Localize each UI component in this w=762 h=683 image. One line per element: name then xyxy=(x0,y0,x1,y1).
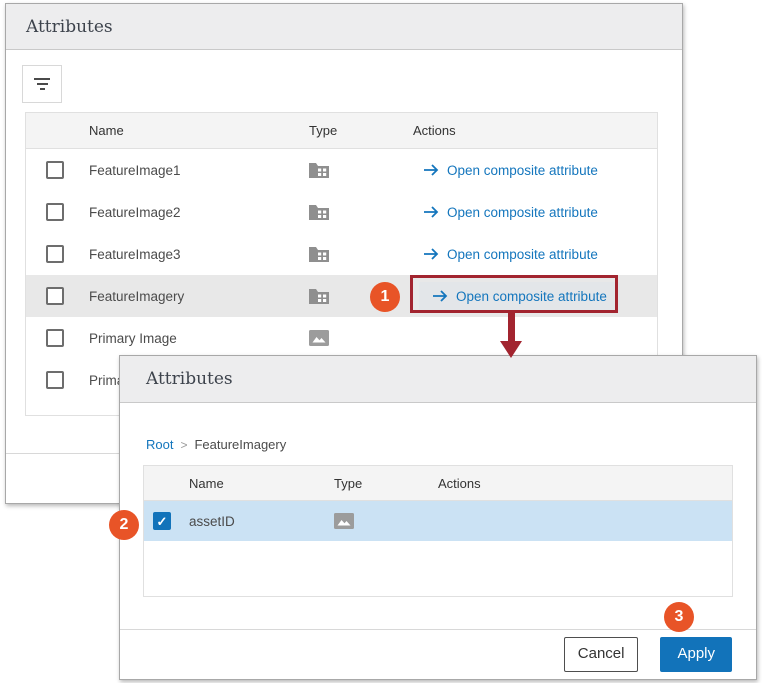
row-checkbox-checked[interactable]: ✓ xyxy=(153,512,171,530)
name-column-header: Name xyxy=(189,476,334,491)
composite-attribute-icon xyxy=(309,288,329,304)
attributes-panel-header: Attributes xyxy=(6,4,682,50)
action-link-label: Open composite attribute xyxy=(447,247,598,262)
name-column-header: Name xyxy=(89,123,309,138)
row-checkbox[interactable] xyxy=(46,287,64,305)
table-row: FeatureImage2 Open composite attribute xyxy=(26,191,657,233)
type-column-header: Type xyxy=(309,123,413,138)
arrow-right-icon xyxy=(423,163,439,177)
row-checkbox[interactable] xyxy=(46,329,64,347)
open-composite-attribute-link[interactable]: Open composite attribute xyxy=(423,163,598,178)
attribute-name: assetID xyxy=(189,514,334,529)
composite-attribute-icon xyxy=(309,162,329,178)
annotation-arrow-shaft xyxy=(508,313,515,342)
attribute-name: FeatureImage1 xyxy=(89,163,309,178)
step-badge-2: 2 xyxy=(109,510,139,540)
breadcrumb-current: FeatureImagery xyxy=(194,437,286,452)
table-header-row: Name Type Actions xyxy=(144,466,732,501)
screenshot-canvas: Attributes Name Type Actions FeatureImag… xyxy=(0,0,762,683)
table-header-row: Name Type Actions xyxy=(26,113,657,149)
step-badge-1: 1 xyxy=(370,282,400,312)
composite-attribute-icon xyxy=(309,204,329,220)
annotation-arrow-head xyxy=(500,341,522,358)
row-checkbox[interactable] xyxy=(46,371,64,389)
open-composite-attribute-link[interactable]: Open composite attribute xyxy=(419,282,620,311)
breadcrumb-root-link[interactable]: Root xyxy=(146,437,173,452)
checkmark-icon: ✓ xyxy=(157,515,168,528)
table-row: Primary Image xyxy=(26,317,657,359)
dialog-attributes-table: Name Type Actions ✓ assetID xyxy=(143,465,733,597)
action-link-label: Open composite attribute xyxy=(447,163,598,178)
attribute-name: FeatureImagery xyxy=(89,289,309,304)
breadcrumb-separator: > xyxy=(180,438,187,452)
actions-column-header: Actions xyxy=(413,123,657,138)
composite-attribute-icon xyxy=(309,246,329,262)
row-checkbox[interactable] xyxy=(46,203,64,221)
type-column-header: Type xyxy=(334,476,438,491)
row-checkbox[interactable] xyxy=(46,245,64,263)
step-badge-3: 3 xyxy=(664,602,694,632)
cancel-button[interactable]: Cancel xyxy=(564,637,639,672)
filter-button[interactable] xyxy=(22,65,62,103)
arrow-right-icon xyxy=(423,247,439,261)
arrow-right-icon xyxy=(432,289,448,303)
table-row-featureimagery: FeatureImagery Open composite attribute xyxy=(26,275,657,317)
open-composite-attribute-link[interactable]: Open composite attribute xyxy=(423,247,598,262)
composite-attribute-dialog: Attributes Root > FeatureImagery Name Ty… xyxy=(119,355,757,680)
image-icon xyxy=(334,513,354,529)
open-composite-attribute-link[interactable]: Open composite attribute xyxy=(423,205,598,220)
apply-button[interactable]: Apply xyxy=(660,637,732,672)
row-checkbox[interactable] xyxy=(46,161,64,179)
image-icon xyxy=(309,330,329,346)
attribute-name: FeatureImage3 xyxy=(89,247,309,262)
panel-title: Attributes xyxy=(6,17,113,37)
action-link-label: Open composite attribute xyxy=(456,289,607,304)
arrow-right-icon xyxy=(423,205,439,219)
dialog-header: Attributes xyxy=(120,356,756,403)
action-link-label: Open composite attribute xyxy=(447,205,598,220)
filter-icon xyxy=(34,78,50,90)
actions-column-header: Actions xyxy=(438,476,732,491)
dialog-title: Attributes xyxy=(120,369,233,389)
table-row-assetid: ✓ assetID xyxy=(144,501,732,541)
table-row: FeatureImage3 Open composite attribute xyxy=(26,233,657,275)
table-empty-area xyxy=(144,541,732,596)
attribute-name: Primary Image xyxy=(89,331,309,346)
table-row: FeatureImage1 Open composite attribute xyxy=(26,149,657,191)
attribute-name: FeatureImage2 xyxy=(89,205,309,220)
dialog-footer: Cancel Apply xyxy=(120,629,756,679)
breadcrumb: Root > FeatureImagery xyxy=(146,437,286,452)
